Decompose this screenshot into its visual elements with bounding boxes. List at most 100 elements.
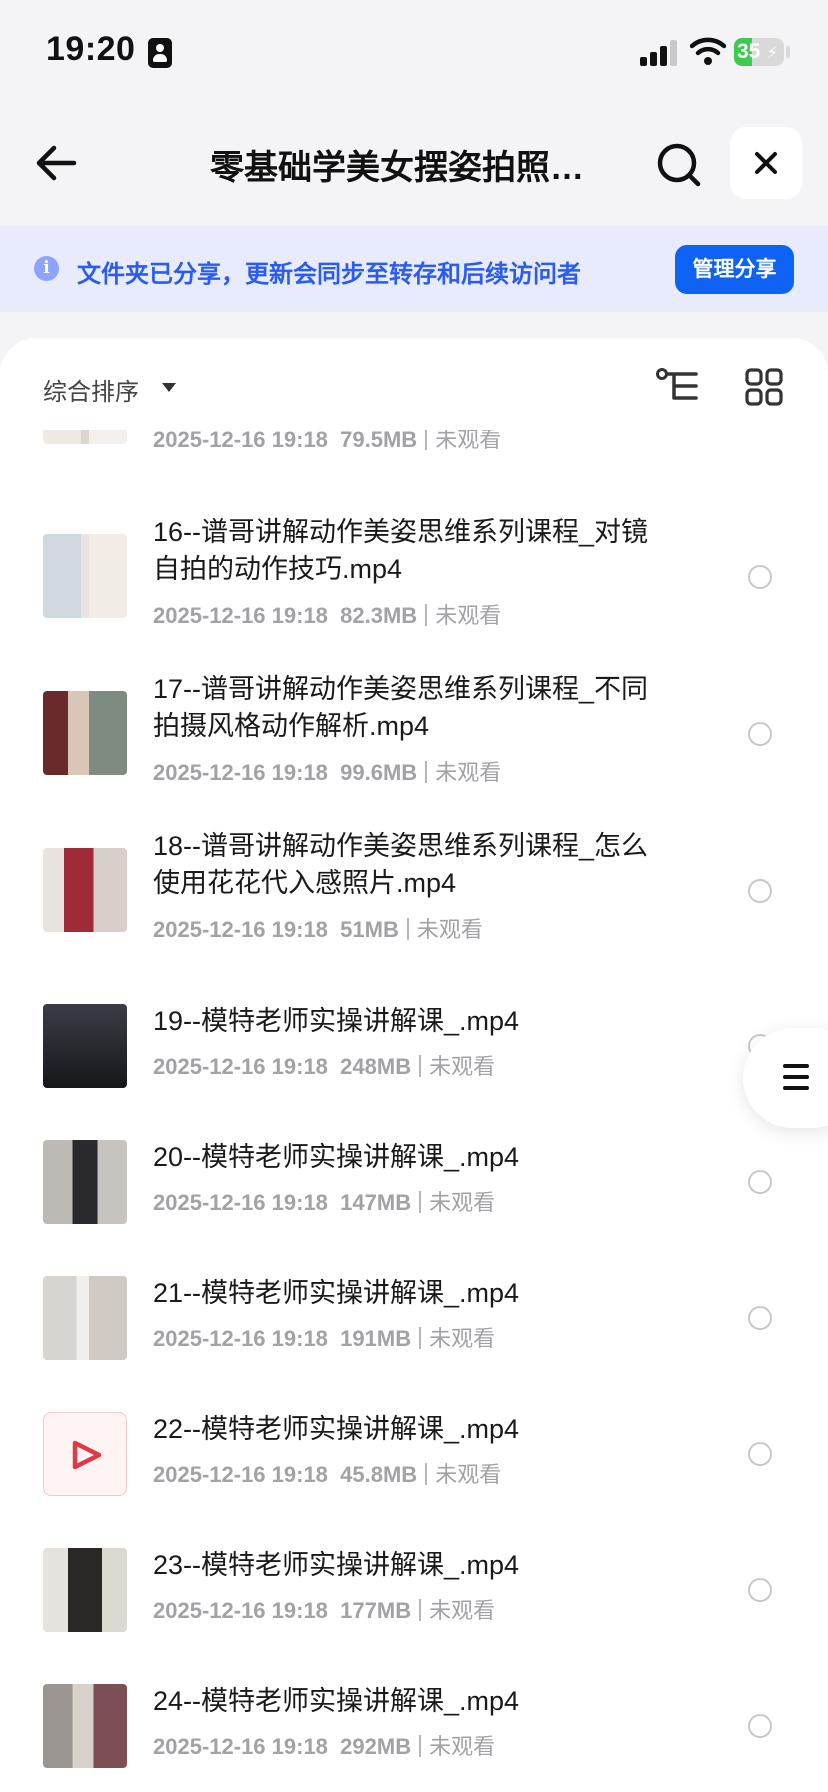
select-radio[interactable]: [748, 1578, 772, 1602]
file-date: 2025-12-16 19:18: [153, 1598, 328, 1623]
divider: [419, 1055, 422, 1077]
menu-line: [783, 1086, 809, 1090]
manage-share-button[interactable]: 管理分享: [675, 245, 794, 294]
select-radio[interactable]: [748, 1714, 772, 1738]
file-name: 24--模特老师实操讲解课_.mp4: [153, 1686, 520, 1716]
file-size: 82.3MB: [340, 603, 418, 628]
grid-view-icon[interactable]: [745, 368, 783, 406]
menu-line: [783, 1064, 809, 1068]
select-radio[interactable]: [748, 1170, 772, 1194]
tree-view-icon[interactable]: [656, 366, 700, 406]
watch-status: 未观看: [429, 1054, 496, 1079]
file-meta: 2025-12-16 19:18 82.3MB 未观看: [153, 598, 501, 630]
file-name: 19--模特老师实操讲解课_.mp4: [153, 1006, 520, 1036]
video-thumbnail: [43, 1004, 127, 1088]
video-thumbnail: [43, 1276, 127, 1360]
wifi-icon: [690, 37, 726, 65]
divider: [419, 1735, 422, 1757]
video-thumbnail: [43, 1684, 127, 1768]
file-meta: 2025-12-16 19:18 51MB 未观看: [153, 912, 483, 944]
file-size: 51MB: [340, 917, 399, 942]
battery-cap: [786, 46, 790, 58]
close-button[interactable]: [730, 127, 802, 199]
list-item[interactable]: 22--模特老师实操讲解课_.mp4 2025-12-16 19:18 45.8…: [0, 1368, 828, 1496]
file-meta: 2025-12-16 19:18 292MB 未观看: [153, 1729, 495, 1761]
sort-dropdown[interactable]: 综合排序: [43, 372, 139, 407]
divider: [419, 1191, 422, 1213]
file-name: 23--模特老师实操讲解课_.mp4: [153, 1550, 520, 1580]
video-thumbnail: [43, 1140, 127, 1224]
list-item[interactable]: 16--谱哥讲解动作美姿思维系列课程_对镜自拍的动作技巧.mp4 2025-12…: [0, 490, 828, 628]
list-item[interactable]: 17--谱哥讲解动作美姿思维系列课程_不同拍摄风格动作解析.mp4 2025-1…: [0, 647, 828, 785]
file-size: 191MB: [340, 1326, 412, 1351]
file-date: 2025-12-16 19:18: [153, 1462, 328, 1487]
watch-status: 未观看: [435, 603, 502, 628]
share-notice-text: 文件夹已分享，更新会同步至转存和后续访问者: [77, 261, 581, 288]
divider: [425, 604, 428, 626]
list-item[interactable]: 19--模特老师实操讲解课_.mp4 2025-12-16 19:18 248M…: [0, 960, 828, 1088]
file-name: 16--谱哥讲解动作美姿思维系列课程_对镜自拍的动作技巧.mp4: [153, 517, 649, 584]
watch-status: 未观看: [435, 760, 502, 785]
video-thumbnail: [43, 848, 127, 932]
watch-status: 未观看: [429, 1598, 496, 1623]
divider: [406, 918, 409, 940]
list-item[interactable]: 24--模特老师实操讲解课_.mp4 2025-12-16 19:18 292M…: [0, 1640, 828, 1768]
file-name: 20--模特老师实操讲解课_.mp4: [153, 1142, 520, 1172]
file-meta: 2025-12-16 19:18 248MB 未观看: [153, 1049, 495, 1081]
watch-status: 未观看: [435, 427, 502, 452]
status-time: 19:20: [46, 30, 136, 68]
share-banner: i 文件夹已分享，更新会同步至转存和后续访问者 管理分享: [0, 226, 828, 312]
file-date: 2025-12-16 19:18: [153, 760, 328, 785]
file-size: 248MB: [340, 1054, 412, 1079]
divider: [419, 1599, 422, 1621]
file-date: 2025-12-16 19:18: [153, 917, 328, 942]
file-date: 2025-12-16 19:18: [153, 427, 328, 452]
caret-down-icon[interactable]: [162, 383, 176, 392]
video-thumbnail: [43, 534, 127, 618]
close-icon: [755, 152, 777, 174]
video-file-icon: [43, 1412, 127, 1496]
file-date: 2025-12-16 19:18: [153, 1054, 328, 1079]
file-date: 2025-12-16 19:18: [153, 1734, 328, 1759]
status-bar: 19:20 35 ⚡: [0, 0, 828, 100]
file-name: 18--谱哥讲解动作美姿思维系列课程_怎么使用花花代入感照片.mp4: [153, 831, 649, 898]
list-item[interactable]: 18--谱哥讲解动作美姿思维系列课程_怎么使用花花代入感照片.mp4 2025-…: [0, 804, 828, 942]
person-icon: [148, 38, 172, 68]
file-meta: 2025-12-16 19:18 177MB 未观看: [153, 1593, 495, 1625]
watch-status: 未观看: [435, 1462, 502, 1487]
select-radio[interactable]: [748, 1306, 772, 1330]
video-thumbnail: [43, 691, 127, 775]
charging-bolt-icon: ⚡: [766, 45, 778, 62]
file-size: 292MB: [340, 1734, 412, 1759]
app-screen: 19:20 35 ⚡ 零基础学美女摆姿拍照… i 文件夹已分享，更新会同步至转存…: [0, 0, 828, 1792]
file-date: 2025-12-16 19:18: [153, 1190, 328, 1215]
file-meta: 2025-12-16 19:18 99.6MB 未观看: [153, 755, 501, 787]
file-date: 2025-12-16 19:18: [153, 603, 328, 628]
file-name: 22--模特老师实操讲解课_.mp4: [153, 1414, 520, 1444]
play-icon: [72, 1440, 102, 1470]
file-size: 177MB: [340, 1598, 412, 1623]
list-item[interactable]: 21--模特老师实操讲解课_.mp4 2025-12-16 19:18 191M…: [0, 1232, 828, 1360]
select-radio[interactable]: [748, 1442, 772, 1466]
info-icon: i: [34, 256, 59, 281]
select-radio[interactable]: [748, 722, 772, 746]
back-arrow-icon[interactable]: [30, 136, 84, 190]
file-size: 45.8MB: [340, 1462, 418, 1487]
file-date: 2025-12-16 19:18: [153, 1326, 328, 1351]
list-item[interactable]: 20--模特老师实操讲解课_.mp4 2025-12-16 19:18 147M…: [0, 1096, 828, 1224]
select-radio[interactable]: [748, 565, 772, 589]
menu-line: [783, 1075, 809, 1079]
nav-bar: 零基础学美女摆姿拍照…: [0, 100, 828, 226]
file-name: 21--模特老师实操讲解课_.mp4: [153, 1278, 520, 1308]
battery-percent: 35: [737, 40, 761, 63]
file-meta: 2025-12-16 19:18 147MB 未观看: [153, 1185, 495, 1217]
select-radio[interactable]: [748, 879, 772, 903]
battery-icon: 35 ⚡: [734, 38, 784, 66]
file-list-sheet: 综合排序 2025-12-16 19:18 79.5MB 未观看 16--谱哥讲…: [0, 338, 828, 1792]
divider: [425, 1463, 428, 1485]
file-size: 79.5MB: [340, 427, 418, 452]
video-thumbnail: [43, 1548, 127, 1632]
list-toolbar: 综合排序: [0, 338, 828, 430]
list-item[interactable]: 23--模特老师实操讲解课_.mp4 2025-12-16 19:18 177M…: [0, 1504, 828, 1632]
search-icon[interactable]: [652, 138, 706, 192]
